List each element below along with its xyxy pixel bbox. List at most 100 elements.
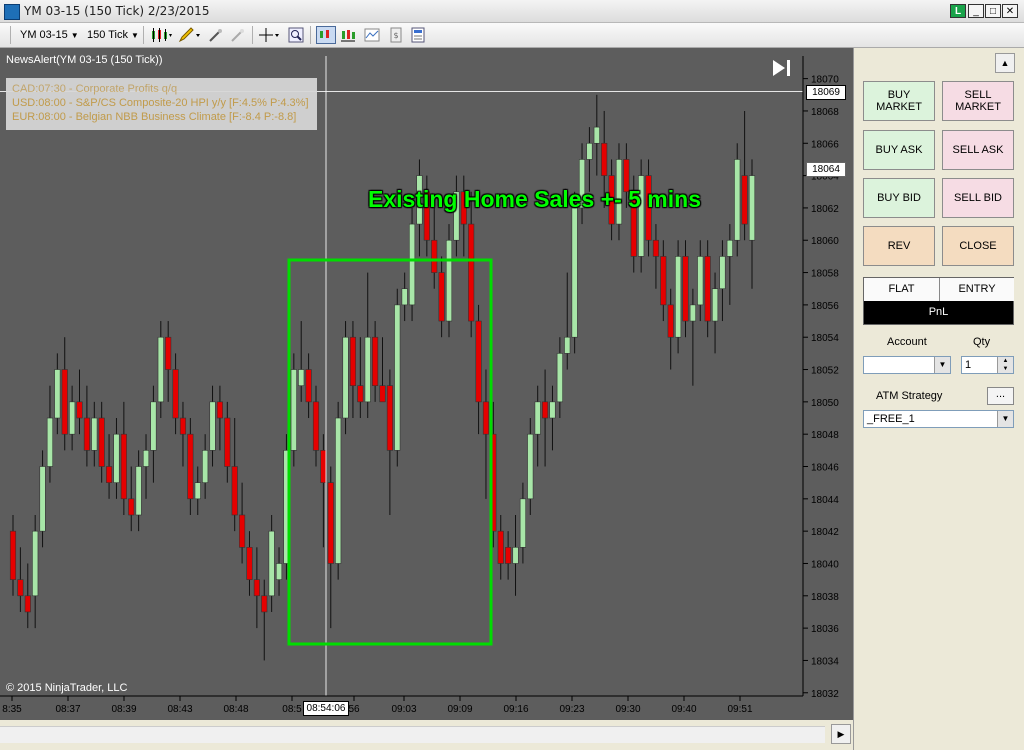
crosshair-price-label: 18069	[806, 85, 846, 100]
sell-bid-button[interactable]: SELL BID	[942, 178, 1014, 218]
account-select[interactable]: ▼	[863, 356, 951, 374]
strategies-icon[interactable]	[364, 27, 380, 43]
price-tick-label: 18034	[811, 656, 839, 667]
candle-up	[408, 223, 416, 306]
quantity-stepper[interactable]: 1 ▲ ▼	[961, 356, 1014, 374]
buy-ask-button[interactable]: BUY ASK	[863, 130, 935, 170]
atm-strategy-value: _FREE_1	[867, 413, 915, 425]
scroll-track[interactable]	[0, 726, 825, 743]
interval-label: 150 Tick	[87, 29, 128, 41]
candle-up	[142, 450, 150, 467]
candle-down	[165, 336, 172, 370]
magic-wand-icon[interactable]	[208, 27, 224, 43]
atm-strategy-label: ATM Strategy	[876, 390, 943, 402]
candle-down	[261, 595, 268, 613]
candlestick-chart[interactable]: 18070 18068 18066 18064 18062 18060 18058 18056…	[0, 48, 853, 750]
candle-up	[32, 530, 39, 597]
zoom-icon[interactable]	[288, 27, 304, 43]
candle-down	[704, 256, 711, 322]
interval-selector[interactable]: 150 Tick ▼	[87, 26, 139, 44]
crosshair-icon[interactable]	[258, 27, 280, 43]
chart-trader-icon[interactable]	[316, 26, 336, 44]
chevron-down-icon[interactable]: ▼	[997, 411, 1013, 427]
qty-label: Qty	[973, 336, 991, 348]
time-tick-label: 08:48	[223, 704, 248, 715]
sell-market-button[interactable]: SELL MARKET	[942, 81, 1014, 121]
copyright-label: © 2015 NinjaTrader, LLC	[6, 682, 128, 694]
price-tick-label: 18058	[811, 269, 839, 280]
data-box-icon[interactable]: $	[388, 27, 404, 43]
candle-up	[748, 175, 756, 241]
candle-down	[172, 369, 179, 419]
indicators-icon[interactable]	[340, 27, 356, 43]
instrument-selector[interactable]: YM 03-15 ▼	[20, 26, 79, 44]
candle-down	[61, 369, 68, 435]
chevron-down-icon[interactable]: ▼	[934, 357, 950, 373]
candle-up	[689, 304, 696, 322]
news-item: EUR:08:00 - Belgian NBB Business Climate…	[12, 111, 297, 123]
toolbar-grip	[10, 26, 11, 44]
candle-down	[475, 320, 482, 403]
candle-down	[17, 579, 24, 597]
price-tick-label: 18042	[811, 527, 839, 538]
price-tick-label: 18070	[811, 75, 839, 86]
svg-text:$: $	[393, 31, 398, 40]
atm-strategy-select[interactable]: _FREE_1 ▼	[863, 410, 1014, 428]
quantity-value: 1	[965, 359, 972, 371]
toolbar-separator	[310, 26, 311, 44]
time-tick-label: 08:5	[282, 704, 302, 715]
candle-down	[438, 272, 445, 322]
buy-market-button[interactable]: BUY MARKET	[863, 81, 935, 121]
time-tick-label: 09:30	[615, 704, 640, 715]
stepper-down-icon[interactable]: ▼	[997, 365, 1013, 373]
buy-bid-button[interactable]: BUY BID	[863, 178, 935, 218]
candle-up	[157, 336, 164, 403]
chart-style-icon[interactable]	[150, 27, 172, 43]
candle-up	[194, 482, 201, 500]
candle-up	[527, 433, 534, 500]
chart-area[interactable]: 18070 18068 18066 18064 18062 18060 18058 18056…	[0, 48, 853, 750]
candle-up	[150, 401, 157, 451]
time-tick-label: 09:23	[559, 704, 584, 715]
maximize-button[interactable]: □	[985, 4, 1001, 18]
candle-down	[253, 579, 260, 597]
candle-up	[401, 288, 408, 306]
pencil-icon[interactable]	[178, 27, 200, 43]
candle-down	[497, 530, 504, 564]
candle-up	[711, 288, 719, 322]
candle-down	[379, 385, 386, 403]
atm-browse-button[interactable]: ...	[987, 387, 1014, 405]
close-window-button[interactable]: ✕	[1002, 4, 1018, 18]
candle-up	[364, 336, 371, 403]
reverse-button[interactable]: REV	[863, 226, 935, 266]
candle-down	[305, 369, 312, 403]
candle-down	[320, 450, 327, 483]
toolbar-separator	[252, 26, 253, 44]
candle-down	[327, 482, 334, 564]
scroll-right-button[interactable]: ▶	[831, 724, 851, 744]
scroll-to-end-icon[interactable]	[770, 58, 794, 78]
price-tick-label: 18060	[811, 236, 839, 247]
candle-up	[549, 401, 556, 419]
stepper-up-icon[interactable]: ▲	[997, 357, 1013, 365]
minimize-button[interactable]: _	[968, 4, 984, 18]
pnl-label: PnL	[864, 301, 1013, 324]
candle-up	[268, 530, 275, 597]
scroll-up-button[interactable]: ▲	[995, 53, 1015, 73]
candle-down	[231, 466, 238, 516]
indicator-label: NewsAlert(YM 03-15 (150 Tick))	[6, 54, 163, 66]
price-tick-label: 18056	[811, 301, 839, 312]
sell-ask-button[interactable]: SELL ASK	[942, 130, 1014, 170]
candle-up	[113, 433, 120, 483]
close-position-button[interactable]: CLOSE	[942, 226, 1014, 266]
eraser-icon[interactable]	[230, 27, 246, 43]
price-tick-label: 18052	[811, 366, 839, 377]
candle-up	[54, 369, 61, 419]
candle-down	[542, 401, 549, 419]
chart-trader-panel: ▲ BUY MARKET SELL MARKET BUY ASK SELL AS…	[853, 48, 1024, 750]
link-icon[interactable]: L	[950, 4, 966, 18]
candle-up	[290, 369, 297, 451]
properties-icon[interactable]	[410, 27, 426, 43]
horizontal-scrollbar[interactable]: ▶	[0, 720, 853, 750]
last-price-label: 18064	[806, 162, 846, 177]
